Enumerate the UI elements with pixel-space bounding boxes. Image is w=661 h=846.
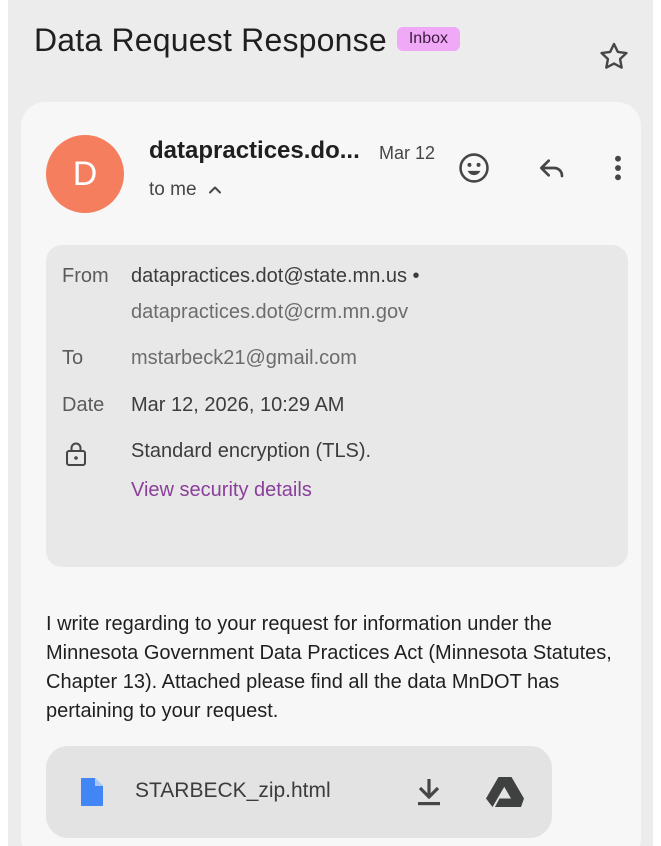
to-address[interactable]: mstarbeck21@gmail.com <box>131 347 357 370</box>
from-address-secondary[interactable]: datapractices.dot@crm.mn.gov <box>131 301 408 324</box>
emoji-reaction-button[interactable] <box>454 148 494 188</box>
more-vert-icon <box>615 155 621 181</box>
emoji-icon <box>459 153 489 183</box>
from-address[interactable]: datapractices.dot@state.mn.us • <box>131 265 420 288</box>
reply-icon <box>540 159 564 178</box>
message-body: I write regarding to your request for in… <box>46 613 612 722</box>
document-icon <box>81 778 103 806</box>
google-drive-icon[interactable] <box>486 776 524 808</box>
attachment-filename[interactable]: STARBECK_zip.html <box>135 779 331 803</box>
recipient-summary: to me <box>149 179 197 200</box>
full-date: Mar 12, 2026, 10:29 AM <box>131 394 345 416</box>
date-label: Date <box>62 394 105 416</box>
message-details-panel: From datapractices.dot@state.mn.us • dat… <box>46 245 628 567</box>
lock-icon <box>66 442 86 466</box>
inbox-label-chip[interactable]: Inbox <box>396 26 460 51</box>
star-icon[interactable] <box>597 40 631 74</box>
download-icon[interactable] <box>415 776 443 808</box>
to-label: To <box>62 347 84 369</box>
security-details-link[interactable]: View security details <box>131 479 312 502</box>
more-options-button[interactable] <box>598 148 638 188</box>
email-screen: Data Request Response Inbox D datapracti… <box>8 0 653 846</box>
email-subject: Data Request Response <box>34 22 387 58</box>
attachment-chip[interactable]: STARBECK_zip.html <box>46 746 552 838</box>
sender-avatar[interactable]: D <box>46 135 124 213</box>
sender-name[interactable]: datapractices.do... <box>149 137 360 165</box>
reply-button[interactable] <box>532 148 572 188</box>
message-card: D datapractices.do... Mar 12 to me From … <box>21 102 641 846</box>
chevron-up-icon <box>208 186 221 194</box>
from-label: From <box>62 265 109 287</box>
subject-row: Data Request Response Inbox <box>34 22 460 59</box>
message-date: Mar 12 <box>379 143 436 163</box>
recipient-toggle[interactable]: to me <box>149 179 223 201</box>
encryption-status: Standard encryption (TLS). <box>131 440 372 462</box>
